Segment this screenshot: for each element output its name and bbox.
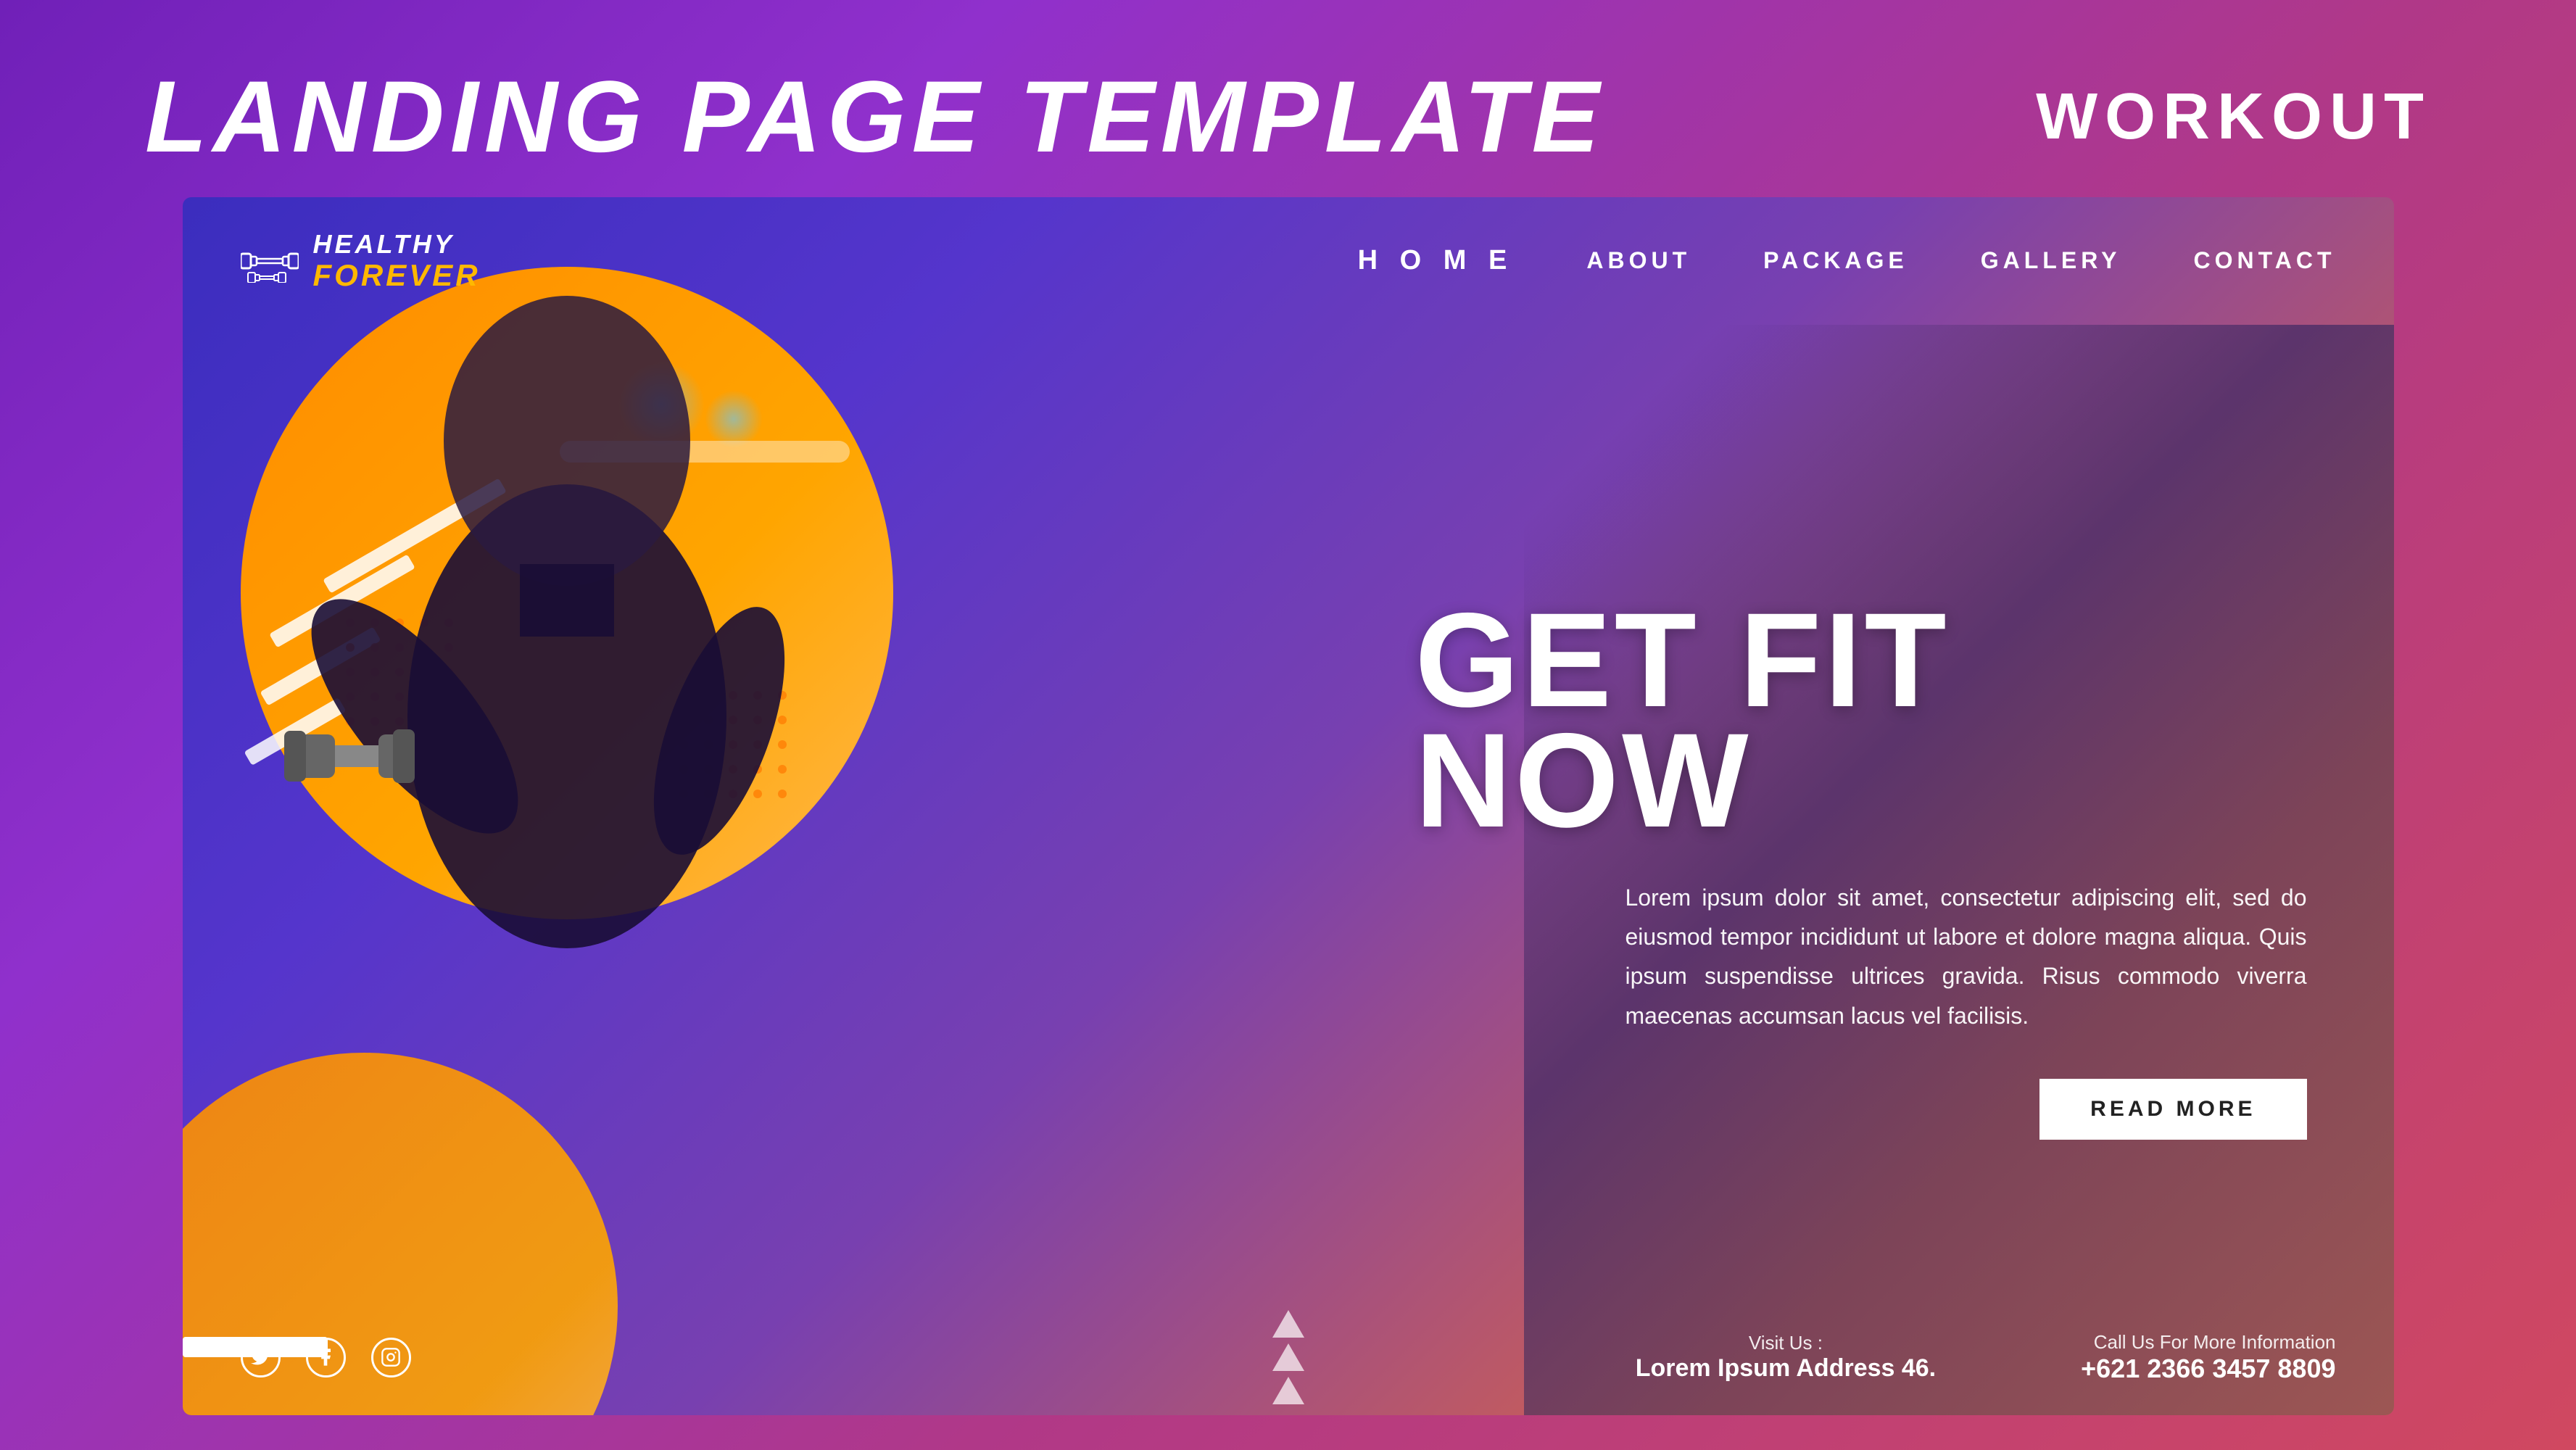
outer-title-area: LANDING PAGE TEMPLATE WORKOUT	[0, 29, 2576, 197]
call-area: Call Us For More Information +621 2366 3…	[2081, 1331, 2335, 1384]
footer-bar: Visit Us : Lorem Ipsum Address 46. Call …	[183, 1299, 2394, 1415]
phone-text: +621 2366 3457 8809	[2081, 1354, 2335, 1384]
page-subtitle: WORKOUT	[2036, 80, 2431, 154]
triangle-2	[1272, 1343, 1304, 1371]
address-text: Lorem Ipsum Address 46.	[1636, 1354, 1936, 1383]
hero-text: GET FIT NOW Lorem ipsum dolor sit amet, …	[1372, 325, 2351, 1415]
facebook-icon[interactable]	[306, 1338, 346, 1378]
twitter-icon[interactable]	[241, 1338, 281, 1378]
address-area: Visit Us : Lorem Ipsum Address 46.	[1636, 1332, 1936, 1383]
logo-healthy: HEALTHY	[313, 230, 481, 259]
hero-description: Lorem ipsum dolor sit amet, consectetur …	[1625, 878, 2307, 1036]
nav-links: H O M E ABOUT PACKAGE GALLERY CONTACT	[1358, 245, 2336, 276]
call-label: Call Us For More Information	[2081, 1331, 2335, 1354]
nav-contact[interactable]: CONTACT	[2193, 247, 2335, 274]
page-main-title: LANDING PAGE TEMPLATE	[145, 58, 1605, 175]
hero-section: GET FIT NOW Lorem ipsum dolor sit amet, …	[183, 325, 2394, 1415]
nav-package[interactable]: PACKAGE	[1763, 247, 1908, 274]
logo-text: HEALTHY FOREVER	[313, 230, 481, 292]
nav-home[interactable]: H O M E	[1358, 245, 1515, 276]
triangle-group	[1272, 1310, 1304, 1404]
triangle-1	[1272, 1310, 1304, 1338]
read-more-button[interactable]: READ MORE	[2039, 1079, 2306, 1140]
nav-about[interactable]: ABOUT	[1586, 247, 1691, 274]
hero-headline: GET FIT NOW	[1415, 600, 2307, 842]
landing-card: HEALTHY FOREVER H O M E ABOUT PACKAGE GA…	[183, 197, 2394, 1415]
nav-gallery[interactable]: GALLERY	[1981, 247, 2121, 274]
logo-area: HEALTHY FOREVER	[241, 230, 545, 292]
athlete-figure	[255, 281, 879, 977]
navbar: HEALTHY FOREVER H O M E ABOUT PACKAGE GA…	[183, 197, 2394, 325]
dumbbell-icon	[241, 239, 299, 283]
visit-label: Visit Us :	[1636, 1332, 1936, 1354]
instagram-icon[interactable]	[371, 1338, 411, 1378]
logo-forever: FOREVER	[313, 259, 481, 292]
social-icons	[241, 1338, 411, 1378]
triangle-3	[1272, 1377, 1304, 1404]
